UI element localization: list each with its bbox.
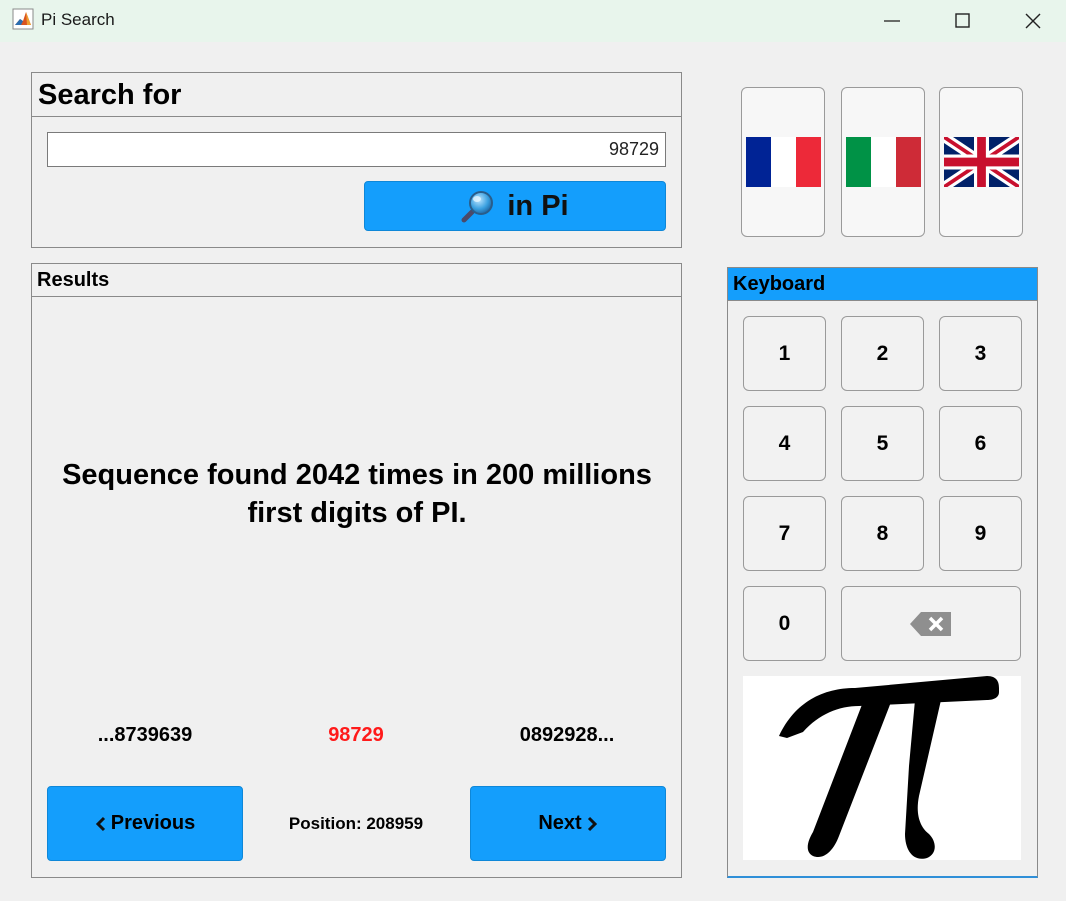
chevron-left-icon [95,816,105,831]
language-french-button[interactable] [741,87,825,237]
key-4[interactable]: 4 [743,406,826,481]
minimize-button[interactable] [857,0,927,42]
key-1[interactable]: 1 [743,316,826,391]
matlab-icon [12,8,34,30]
window-title: Pi Search [41,10,115,29]
chevron-right-icon [587,816,597,831]
search-button-label: in Pi [507,189,569,222]
magnifier-icon [461,191,494,223]
key-5[interactable]: 5 [841,406,924,481]
key-6[interactable]: 6 [939,406,1022,481]
french-flag-icon [745,137,821,187]
keyboard-title: Keyboard [728,268,1037,301]
search-panel: Search for in Pi [31,72,682,248]
key-8[interactable]: 8 [841,496,924,571]
next-button[interactable]: Next [470,786,666,861]
backspace-icon [910,611,951,636]
digits-before: ...8739639 [97,724,193,746]
digits-after: 0892928... [519,724,615,746]
pi-symbol-icon [779,676,999,859]
pi-symbol-image [743,676,1021,860]
key-3[interactable]: 3 [939,316,1022,391]
language-italian-button[interactable] [841,87,925,237]
maximize-button[interactable] [928,0,998,42]
close-button[interactable] [998,0,1066,42]
uk-flag-icon [943,137,1019,187]
results-panel: Results Sequence found 2042 times in 200… [31,263,682,878]
title-bar: Pi Search [0,0,1066,42]
position-text: Position: 208959 [288,814,424,833]
italian-flag-icon [845,137,921,187]
maximize-icon [955,13,970,28]
key-9[interactable]: 9 [939,496,1022,571]
search-panel-title: Search for [32,73,681,117]
results-panel-title: Results [32,264,681,297]
key-2[interactable]: 2 [841,316,924,391]
matched-sequence: 98729 [328,724,384,746]
result-message: Sequence found 2042 times in 200 million… [62,459,652,529]
minimize-icon [884,20,900,22]
keyboard-panel: Keyboard 1 2 3 4 5 6 7 8 9 0 [727,267,1038,878]
previous-button[interactable]: Previous [47,786,243,861]
close-icon [1025,13,1041,29]
key-0[interactable]: 0 [743,586,826,661]
search-input[interactable] [47,132,666,167]
backspace-button[interactable] [841,586,1021,661]
previous-label: Previous [110,812,196,834]
next-label: Next [538,812,582,834]
language-english-button[interactable] [939,87,1023,237]
search-in-pi-button[interactable]: in Pi [364,181,666,231]
key-7[interactable]: 7 [743,496,826,571]
